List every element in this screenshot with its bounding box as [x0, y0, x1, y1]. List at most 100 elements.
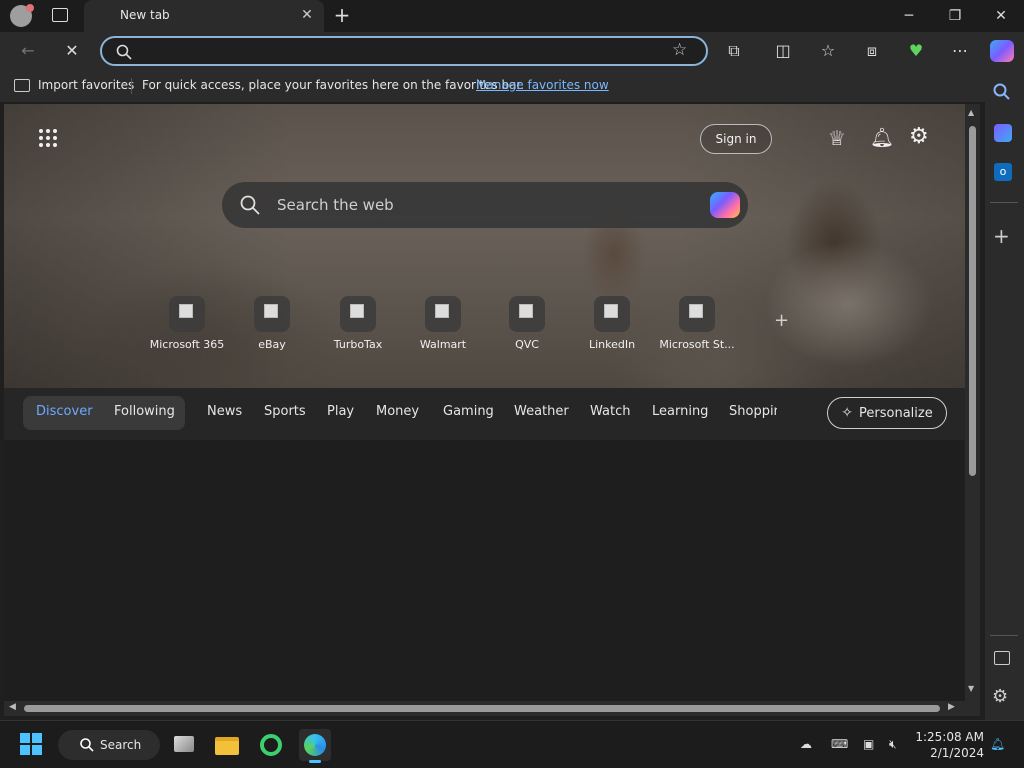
outlook-icon[interactable]: o [994, 163, 1012, 181]
feed-navigation: Discover Following News Sports Play Mone… [4, 388, 965, 440]
tab-title: New tab [120, 8, 170, 22]
profile-avatar[interactable] [10, 4, 34, 27]
address-bar[interactable]: ☆ [100, 36, 708, 66]
web-search-placeholder: Search the web [277, 196, 394, 214]
stop-loading-icon[interactable]: ✕ [58, 37, 86, 65]
horizontal-scroll-thumb[interactable] [24, 705, 940, 712]
nav-watch[interactable]: Watch [590, 404, 630, 419]
vertical-scrollbar[interactable]: ▲ ▼ [965, 104, 980, 701]
file-explorer-icon[interactable] [211, 729, 243, 761]
divider [990, 202, 1018, 203]
add-sidebar-app-icon[interactable]: + [993, 224, 1010, 248]
app-green-icon[interactable] [255, 729, 287, 761]
page-settings-gear-icon[interactable]: ⚙ [909, 124, 929, 149]
nav-play[interactable]: Play [327, 404, 354, 419]
back-icon[interactable]: ← [14, 37, 42, 65]
divider [990, 635, 1018, 636]
tab-following[interactable]: Following [114, 404, 175, 419]
scroll-up-arrow-icon[interactable]: ▲ [968, 108, 974, 117]
new-tab-page: Sign in ♕ 🔔︎ ⚙ Search the web Microsoft … [4, 104, 965, 701]
search-icon [116, 44, 132, 60]
apps-launcher-icon[interactable] [38, 128, 58, 148]
close-tab-icon[interactable]: ✕ [298, 6, 316, 24]
quick-link-tile[interactable]: Microsoft St... [654, 296, 740, 356]
more-options-icon[interactable]: ⋯ [946, 37, 974, 65]
broken-image-icon [509, 296, 545, 332]
sign-in-button[interactable]: Sign in [700, 124, 772, 154]
onedrive-icon[interactable]: ☁ [800, 737, 812, 751]
nav-weather[interactable]: Weather [514, 404, 569, 419]
nav-shopping[interactable]: Shoppir [729, 404, 777, 419]
quick-link-tile[interactable]: QVC [484, 296, 570, 356]
tab-new-tab[interactable]: New tab ✕ [84, 0, 324, 32]
minimize-button[interactable]: ─ [886, 0, 932, 32]
broken-image-icon [594, 296, 630, 332]
sidebar-search-icon[interactable] [993, 83, 1011, 101]
import-favorites-button[interactable]: Import favorites [38, 78, 134, 92]
quick-link-tile[interactable]: TurboTax [315, 296, 401, 356]
keyboard-icon[interactable]: ⌨ [831, 737, 848, 751]
split-screen-icon[interactable]: ◫ [769, 37, 797, 65]
volume-muted-icon[interactable]: 🔇︎ [889, 737, 897, 752]
favorites-hint: For quick access, place your favorites h… [142, 78, 525, 92]
quick-link-tile[interactable]: LinkedIn [569, 296, 655, 356]
clock-date: 2/1/2024 [930, 746, 984, 760]
personalize-label: Personalize [859, 406, 933, 421]
import-favorites-icon [14, 79, 30, 92]
new-tab-button[interactable]: + [330, 3, 354, 27]
copilot-search-icon[interactable] [710, 192, 740, 218]
collections-icon[interactable]: ⧈ [858, 37, 886, 65]
copilot-icon[interactable] [990, 40, 1014, 62]
nav-learning[interactable]: Learning [652, 404, 708, 419]
web-search-box[interactable]: Search the web [222, 182, 748, 228]
background-image: Sign in ♕ 🔔︎ ⚙ Search the web Microsoft … [4, 104, 965, 388]
quick-link-tile[interactable]: Walmart [400, 296, 486, 356]
hide-sidebar-icon[interactable] [994, 651, 1010, 665]
feed-tab-group: Discover Following [23, 396, 185, 430]
tab-discover[interactable]: Discover [36, 404, 93, 419]
scroll-left-arrow-icon[interactable]: ◀ [9, 702, 16, 712]
tab-actions-icon[interactable] [52, 8, 68, 22]
add-quick-link-icon[interactable]: + [774, 310, 789, 331]
scroll-right-arrow-icon[interactable]: ▶ [948, 702, 955, 712]
nav-money[interactable]: Money [376, 404, 419, 419]
taskbar-search-label: Search [100, 738, 142, 752]
personalize-button[interactable]: ✧ Personalize [827, 397, 947, 429]
personalize-sparkle-icon: ✧ [841, 405, 854, 421]
nav-gaming[interactable]: Gaming [443, 404, 494, 419]
copilot-sidebar-icon[interactable] [994, 124, 1012, 142]
rewards-trophy-icon[interactable]: ♕ [828, 126, 846, 150]
notification-bell-icon[interactable]: 🔔︎ [990, 737, 1005, 751]
add-favorite-star-icon[interactable]: ☆ [672, 40, 687, 60]
edge-taskbar-icon[interactable] [299, 729, 331, 763]
favorites-bar: Import favorites For quick access, place… [0, 70, 1024, 102]
scroll-down-arrow-icon[interactable]: ▼ [968, 684, 974, 693]
taskbar-search[interactable]: Search [58, 730, 160, 760]
broken-image-icon [679, 296, 715, 332]
tab-strip: New tab ✕ + ─ ❐ ✕ [0, 0, 1024, 32]
address-input[interactable] [138, 42, 658, 60]
edge-sidebar: o + ⚙ [985, 70, 1024, 720]
extensions-icon[interactable]: ⧉ [720, 37, 748, 65]
web-search-icon [240, 195, 260, 215]
horizontal-scrollbar[interactable]: ◀ ▶ [4, 701, 980, 716]
quick-link-tile[interactable]: Microsoft 365 [144, 296, 230, 356]
notifications-bell-icon[interactable]: 🔔︎ [870, 126, 894, 149]
close-window-button[interactable]: ✕ [978, 0, 1024, 32]
nav-sports[interactable]: Sports [264, 404, 306, 419]
system-clock[interactable]: 1:25:08 AM 2/1/2024 [914, 729, 984, 761]
start-windows-icon[interactable] [20, 733, 42, 755]
nav-news[interactable]: News [207, 404, 242, 419]
restore-button[interactable]: ❐ [932, 0, 978, 32]
notification-dot [26, 4, 34, 12]
manage-favorites-link[interactable]: Manage favorites now [476, 78, 609, 92]
vertical-scroll-thumb[interactable] [969, 126, 976, 476]
quick-link-tile[interactable]: eBay [229, 296, 315, 356]
sidebar-settings-gear-icon[interactable]: ⚙ [992, 686, 1008, 707]
broken-image-icon [340, 296, 376, 332]
network-icon[interactable]: ▣ [863, 737, 874, 751]
task-view-icon[interactable] [168, 729, 200, 761]
broken-image-icon [425, 296, 461, 332]
browser-essentials-icon[interactable]: ♥ [902, 37, 930, 65]
favorites-icon[interactable]: ☆ [814, 37, 842, 65]
